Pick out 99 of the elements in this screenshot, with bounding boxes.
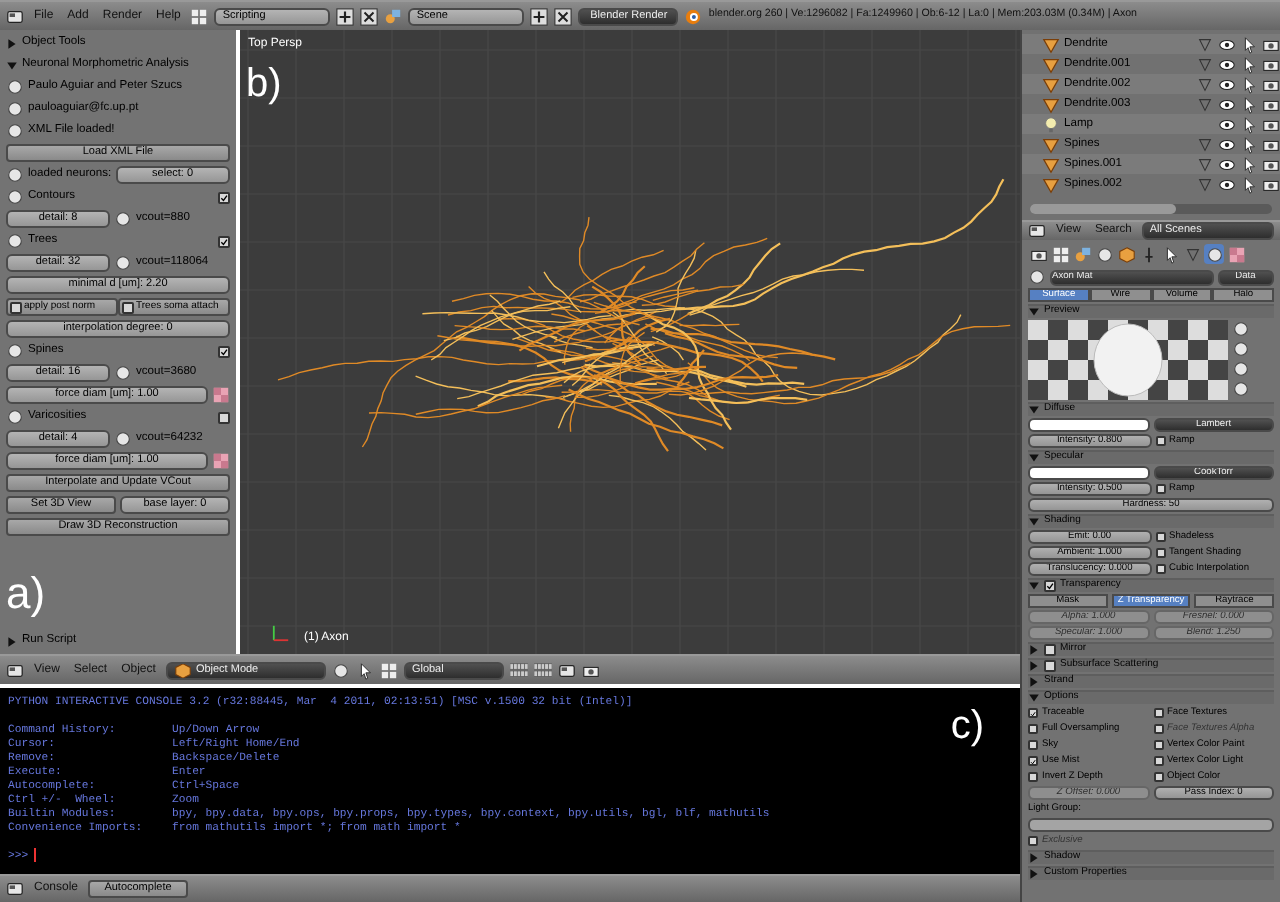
expand-triangle-icon[interactable] [6,37,18,49]
checkbox[interactable] [1028,724,1038,734]
cube-icon [173,663,192,677]
text-cursor [34,848,37,862]
pin-icon [1139,245,1157,263]
eye-icon[interactable] [1218,135,1236,153]
sphere-icon [1205,245,1223,263]
swatch-icon [1227,245,1245,263]
camera-icon[interactable] [1262,75,1280,93]
circle-icon [6,188,24,206]
meshdata-icon [1183,245,1201,263]
collapse-triangle-icon[interactable] [1028,692,1040,704]
circle-icon [6,100,24,118]
collapse-triangle-icon[interactable] [1028,452,1040,464]
grid-icon [1051,245,1069,263]
camera-icon[interactable] [1262,115,1280,133]
circle-icon [114,254,132,272]
axis-gizmo-icon [272,624,290,642]
collapse-triangle-icon[interactable] [1028,580,1040,592]
camera-icon[interactable] [1262,55,1280,73]
arrow-icon [1161,245,1179,263]
shading-icon[interactable] [331,661,350,679]
circle-icon [6,78,24,96]
checkbox[interactable] [10,301,22,313]
circle-icon [6,408,24,426]
checkbox[interactable] [1153,708,1163,718]
scrollbar[interactable] [1030,204,1272,214]
layers-icon[interactable] [509,661,528,679]
editor-type-icon[interactable] [6,7,24,25]
figure-label: c) [950,704,984,750]
checkbox[interactable] [1155,564,1165,574]
material-icon [1028,268,1046,286]
eye-icon[interactable] [1218,95,1236,113]
checkbox[interactable] [1155,484,1165,494]
scene-icon [1073,245,1091,263]
checkbox[interactable] [122,301,134,313]
eye-icon[interactable] [1218,35,1236,53]
checker-swatch-icon [212,386,230,404]
circle-icon [114,430,132,448]
checker-swatch-icon [212,452,230,470]
checkbox[interactable] [1028,740,1038,750]
checkbox[interactable] [1028,756,1038,766]
checkbox[interactable] [218,235,230,247]
camera-icon[interactable] [1262,95,1280,113]
editor-type-icon[interactable] [6,880,24,898]
camera-icon [1029,245,1047,263]
checkbox[interactable] [218,191,230,203]
camera-icon[interactable] [1262,135,1280,153]
eye-icon[interactable] [1218,55,1236,73]
checkbox[interactable] [1044,660,1056,672]
checkbox[interactable] [1044,580,1056,592]
collapse-triangle-icon[interactable] [6,59,18,71]
eye-icon[interactable] [1218,155,1236,173]
camera-icon[interactable] [1262,155,1280,173]
eye-icon[interactable] [1218,175,1236,193]
collapse-triangle-icon[interactable] [1028,516,1040,528]
circle-icon [114,210,132,228]
eye-icon[interactable] [1218,115,1236,133]
circle-icon [6,232,24,250]
checkbox[interactable] [218,345,230,357]
checkbox[interactable] [1028,772,1038,782]
checkbox[interactable] [1155,436,1165,446]
text-field[interactable] [1028,818,1274,832]
checkbox[interactable] [1028,708,1038,718]
close-icon[interactable] [360,7,379,25]
close-icon[interactable] [554,7,573,25]
add-icon[interactable] [530,7,549,25]
circle-icon [6,166,24,184]
checkbox[interactable] [1155,548,1165,558]
render-icon[interactable] [581,661,600,679]
panel-label: a) [6,572,46,616]
camera-icon[interactable] [1262,35,1280,53]
editor-type-icon[interactable] [6,661,24,679]
circle-icon [114,364,132,382]
expand-triangle-icon[interactable] [6,635,18,647]
collapse-triangle-icon[interactable] [1028,306,1040,318]
checkbox[interactable] [1044,644,1056,656]
context-tab[interactable] [1204,244,1224,264]
screen-layout-icon[interactable] [190,7,209,25]
checkbox[interactable] [1153,772,1163,782]
add-icon[interactable] [336,7,355,25]
circle-icon [6,122,24,140]
context-tab[interactable] [1094,244,1114,264]
checkbox[interactable] [218,411,230,423]
editor-type-icon[interactable] [1028,222,1046,240]
color-field[interactable] [1028,466,1149,480]
camera-icon[interactable] [1262,175,1280,193]
color-field[interactable] [1028,418,1149,432]
logo-icon [684,7,703,25]
figure-label: b) [246,60,282,110]
checkbox[interactable] [1153,740,1163,750]
layers-icon[interactable] [533,661,552,679]
checkbox[interactable] [1153,756,1163,766]
eye-icon[interactable] [1218,75,1236,93]
sphere-icon [1095,245,1113,263]
checkbox[interactable] [1155,532,1165,542]
circle-icon [6,342,24,360]
cube-icon [1117,245,1135,263]
collapse-triangle-icon[interactable] [1028,404,1040,416]
